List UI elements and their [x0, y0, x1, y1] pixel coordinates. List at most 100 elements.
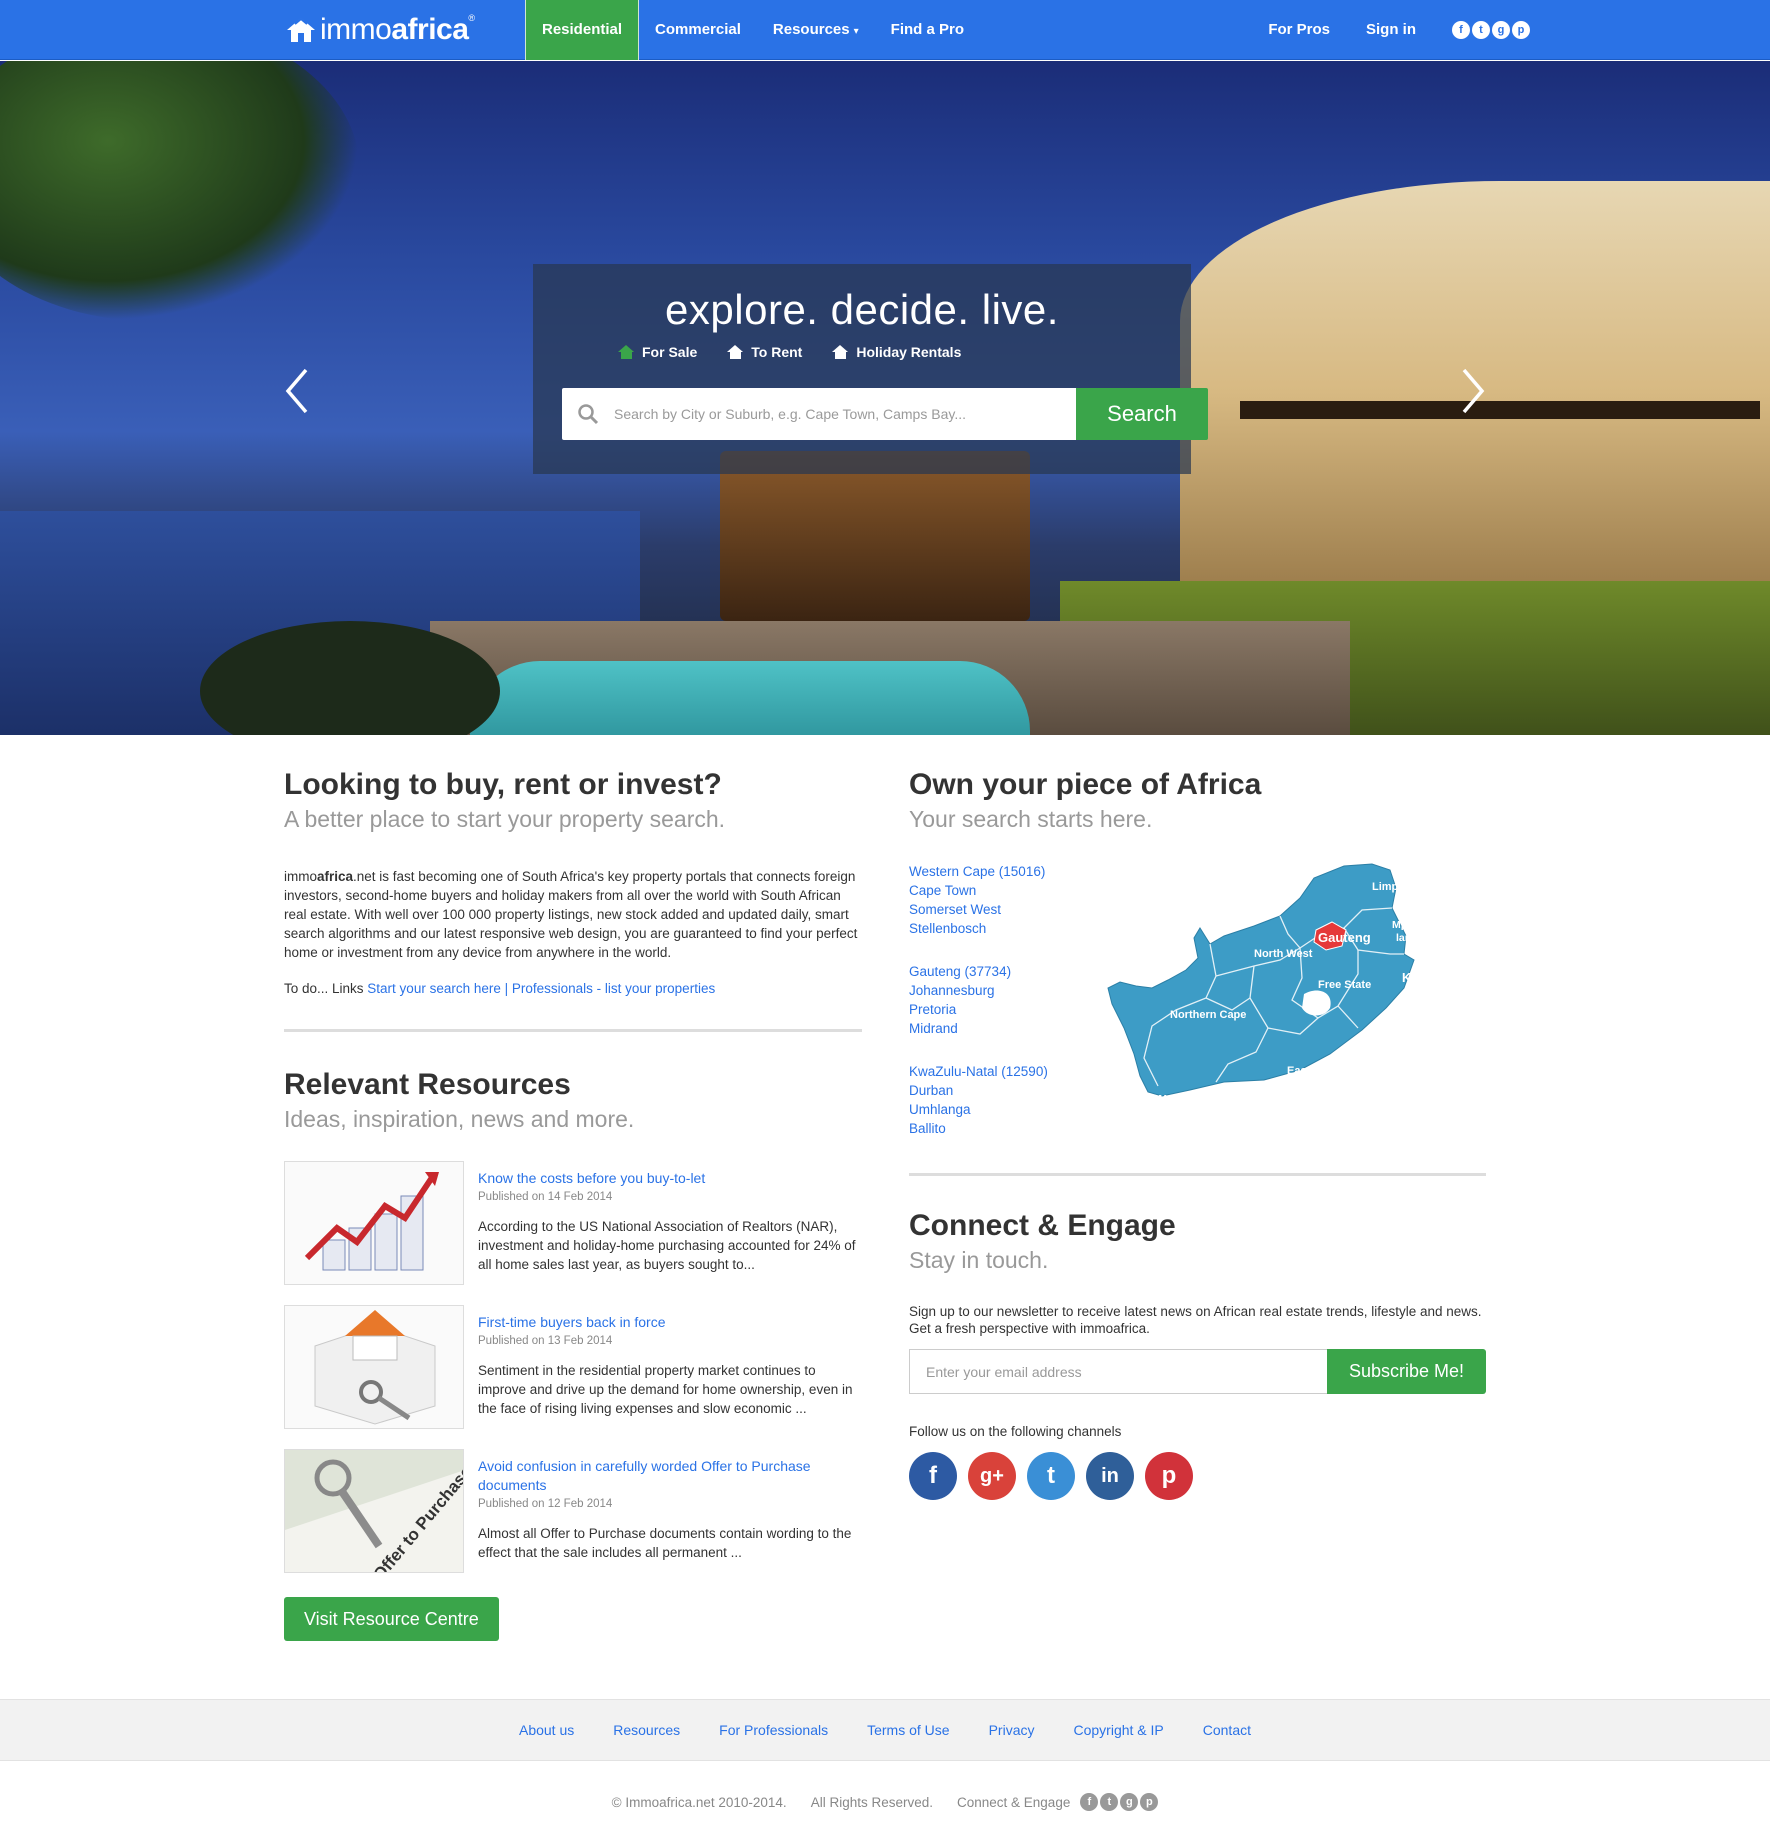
region-link[interactable]: Ballito	[909, 1119, 1109, 1138]
footer-link-for-professionals[interactable]: For Professionals	[719, 1722, 828, 1738]
pinterest-icon[interactable]: p	[1145, 1452, 1193, 1500]
rights-text: All Rights Reserved.	[810, 1794, 933, 1810]
region-link[interactable]: KwaZulu-Natal (12590)	[909, 1062, 1109, 1081]
logo-text-light: immo	[320, 13, 392, 46]
twitter-icon[interactable]: t	[1027, 1452, 1075, 1500]
resource-title-link[interactable]: Avoid confusion in carefully worded Offe…	[478, 1457, 862, 1495]
south-africa-map[interactable]: Limpopo Gauteng Mpuma- langa North West …	[1104, 858, 1486, 1148]
social-channels: f g+ t in p	[909, 1452, 1486, 1500]
resources-title: Relevant Resources	[284, 1068, 571, 1101]
about-brand-bold: africa	[317, 869, 354, 884]
hero-image-pool	[470, 661, 1030, 735]
map-label-free-state: Free State	[1318, 979, 1371, 991]
about-body: .net is fast becoming one of South Afric…	[284, 869, 858, 960]
linkedin-icon[interactable]: in	[1086, 1452, 1134, 1500]
facebook-icon[interactable]: f	[1452, 21, 1470, 39]
sign-in-link[interactable]: Sign in	[1348, 0, 1434, 60]
subscribe-button[interactable]: Subscribe Me!	[1327, 1349, 1486, 1394]
filter-for-sale[interactable]: For Sale	[618, 344, 697, 360]
footer-social-links: f t g p	[1080, 1793, 1159, 1811]
footer-link-terms-of-use[interactable]: Terms of Use	[867, 1722, 949, 1738]
nav-residential[interactable]: Residential	[525, 0, 640, 60]
house-icon	[727, 345, 744, 359]
carousel-prev-arrow-icon[interactable]	[282, 366, 312, 416]
region-link[interactable]: Somerset West	[909, 900, 1109, 919]
carousel-next-arrow-icon[interactable]	[1458, 366, 1488, 416]
filter-holiday-rentals-label: Holiday Rentals	[856, 344, 962, 360]
region-link[interactable]: Gauteng (37734)	[909, 962, 1109, 981]
facebook-icon[interactable]: f	[1080, 1793, 1099, 1811]
resource-item: Offer to Purchase Avoid confusion in car…	[284, 1449, 862, 1573]
region-link[interactable]: Johannesburg	[909, 981, 1109, 1000]
hero-image-palm	[0, 61, 360, 321]
region-link[interactable]: Midrand	[909, 1019, 1109, 1038]
resource-list: Know the costs before you buy-to-let Pub…	[284, 1161, 862, 1573]
footer-link-resources[interactable]: Resources	[613, 1722, 680, 1738]
region-link[interactable]: Cape Town	[909, 881, 1109, 900]
pinterest-icon[interactable]: p	[1140, 1793, 1159, 1811]
region-link[interactable]: Durban	[909, 1081, 1109, 1100]
facebook-icon[interactable]: f	[909, 1452, 957, 1500]
follow-text: Follow us on the following channels	[909, 1424, 1122, 1439]
search-input[interactable]	[614, 406, 1054, 422]
about-title: Looking to buy, rent or invest?	[284, 768, 722, 801]
filter-holiday-rentals[interactable]: Holiday Rentals	[832, 344, 961, 360]
resource-excerpt: According to the US National Association…	[478, 1219, 856, 1272]
header-right: For Pros Sign in f t g p	[1250, 0, 1530, 60]
footer-link-privacy[interactable]: Privacy	[989, 1722, 1035, 1738]
region-links: Western Cape (15016) Cape Town Somerset …	[909, 862, 1109, 1162]
connect-subtitle: Stay in touch.	[909, 1247, 1049, 1273]
google-plus-icon[interactable]: g+	[968, 1452, 1016, 1500]
todo-links[interactable]: Start your search here | Professionals -…	[367, 981, 715, 996]
resource-thumbnail-growth-chart[interactable]	[284, 1161, 464, 1285]
logo[interactable]: immoafrica®	[284, 12, 475, 48]
about-subtitle: A better place to start your property se…	[284, 806, 726, 832]
google-plus-icon[interactable]: g	[1492, 21, 1510, 39]
visit-resource-centre-button[interactable]: Visit Resource Centre	[284, 1597, 499, 1641]
nav-find-a-pro[interactable]: Find a Pro	[875, 0, 980, 60]
filter-to-rent[interactable]: To Rent	[727, 344, 802, 360]
footer-link-contact[interactable]: Contact	[1203, 1722, 1251, 1738]
region-link[interactable]: Umhlanga	[909, 1100, 1109, 1119]
region-link[interactable]: Western Cape (15016)	[909, 862, 1109, 881]
africa-title: Own your piece of Africa	[909, 768, 1262, 801]
resource-date: Published on 13 Feb 2014	[478, 1335, 613, 1347]
copyright-text: © Immoafrica.net 2010-2014.	[611, 1794, 787, 1810]
connect-section: Connect & Engage Stay in touch. Sign up …	[909, 1209, 1486, 1500]
resource-title-link[interactable]: First-time buyers back in force	[478, 1313, 862, 1332]
twitter-icon[interactable]: t	[1100, 1793, 1119, 1811]
footer-link-copyright-ip[interactable]: Copyright & IP	[1073, 1722, 1163, 1738]
region-link[interactable]: Stellenbosch	[909, 919, 1109, 938]
region-group-western-cape: Western Cape (15016) Cape Town Somerset …	[909, 862, 1109, 938]
nav-commercial[interactable]: Commercial	[639, 0, 757, 60]
filter-to-rent-label: To Rent	[751, 344, 803, 360]
connect-title: Connect & Engage	[909, 1209, 1176, 1242]
resource-thumbnail-offer-to-purchase[interactable]: Offer to Purchase	[284, 1449, 464, 1573]
map-label-northern-cape: Northern Cape	[1170, 1009, 1246, 1021]
resource-excerpt: Sentiment in the residential property ma…	[478, 1363, 853, 1416]
map-label-kzn-1: KwaZulu	[1402, 971, 1454, 985]
for-pros-link[interactable]: For Pros	[1250, 0, 1348, 60]
footer-bottom: © Immoafrica.net 2010-2014. All Rights R…	[0, 1792, 1770, 1812]
region-group-kwazulu-natal: KwaZulu-Natal (12590) Durban Umhlanga Ba…	[909, 1062, 1109, 1138]
pinterest-icon[interactable]: p	[1512, 21, 1530, 39]
search-bar: Search	[562, 388, 1208, 440]
top-navigation-bar: immoafrica® Residential Commercial Resou…	[0, 0, 1770, 60]
email-input[interactable]	[909, 1349, 1327, 1394]
right-column: Own your piece of Africa Your search sta…	[909, 768, 1486, 1500]
resource-thumbnail-house-box[interactable]	[284, 1305, 464, 1429]
footer-link-about-us[interactable]: About us	[519, 1722, 574, 1738]
google-plus-icon[interactable]: g	[1120, 1793, 1139, 1811]
twitter-icon[interactable]: t	[1472, 21, 1490, 39]
header-social-links: f t g p	[1452, 21, 1530, 39]
resource-title-link[interactable]: Know the costs before you buy-to-let	[478, 1169, 862, 1188]
resource-excerpt: Almost all Offer to Purchase documents c…	[478, 1526, 852, 1560]
logo-text-bold: africa	[391, 13, 469, 46]
region-link[interactable]: Pretoria	[909, 1000, 1109, 1019]
resource-body: Avoid confusion in carefully worded Offe…	[478, 1449, 862, 1573]
search-button[interactable]: Search	[1076, 388, 1208, 440]
nav-resources[interactable]: Resources ▾	[757, 0, 875, 60]
map-label-mpumalanga-2: langa	[1396, 932, 1424, 944]
hero-image-cabana	[720, 451, 1030, 621]
section-divider	[909, 1173, 1486, 1176]
